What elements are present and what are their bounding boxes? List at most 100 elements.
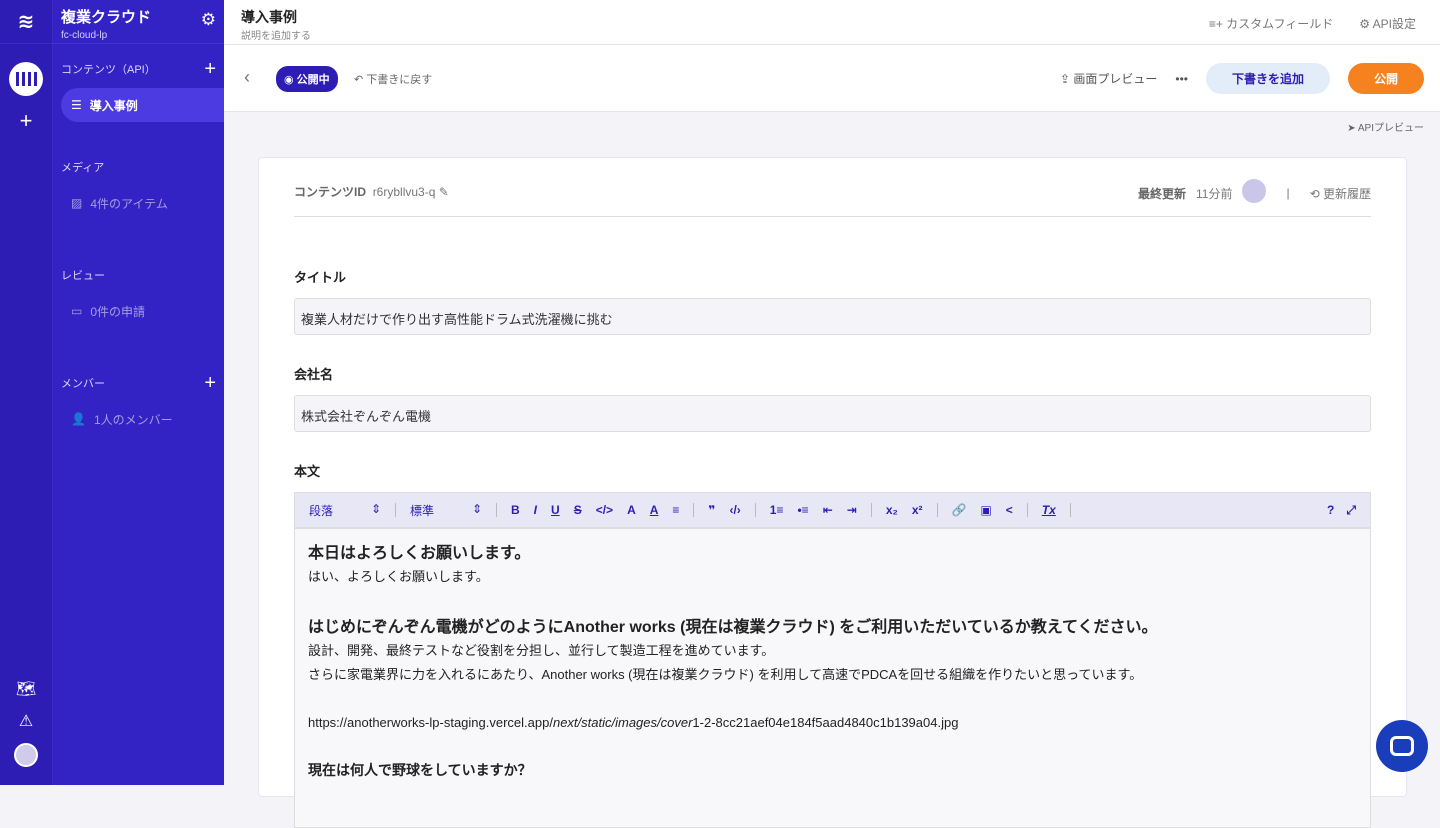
service-icon[interactable] [9, 62, 43, 96]
history-button[interactable]: ⟲ 更新履歴 [1310, 185, 1371, 202]
logo-icon: ≋ [0, 0, 52, 44]
body-heading: 現在は何人で野球をしていますか？ [308, 762, 532, 778]
title-label: タイトル [294, 270, 347, 285]
more-button[interactable]: ••• [1175, 72, 1188, 86]
person-icon: 👤 [71, 412, 86, 426]
body-paragraph: 設計、開発、最終テストなど役割を分担し、並行して製造工程を進めています。 [308, 643, 775, 658]
member-label: メンバー [61, 378, 105, 390]
indent-button[interactable]: ⇥ [847, 503, 857, 517]
superscript-button[interactable]: x² [912, 503, 923, 517]
sidebar-item-media[interactable]: ▨ 4件のアイテム [61, 186, 216, 220]
editor-toolbar: 段落 ⇕ 標準 ⇕ B I U S </> A A ≡ ❞ ‹/› 1≡ •≡ ⇤ … [294, 492, 1371, 528]
sidebar: 複業クラウド fc-cloud-lp ⚙ コンテンツ（API） + ☰ 導入事例 メ… [53, 0, 224, 785]
block-select[interactable]: 段落 ⇕ [309, 502, 381, 519]
bullet-list-button[interactable]: •≡ [797, 503, 808, 517]
sidebar-item-label: 0件の申請 [90, 304, 146, 319]
avatar[interactable] [14, 743, 38, 767]
separator: | [1286, 186, 1290, 200]
sidebar-item-label: 導入事例 [89, 98, 138, 113]
page-title: 導入事例 [241, 9, 297, 25]
content-id-value: r6rybllvu3-q [372, 185, 436, 199]
sidebar-item-label: 4件のアイテム [90, 196, 168, 211]
body-heading: 本日はよろしくお願いします。 [308, 545, 531, 562]
chat-support-button[interactable] [1376, 720, 1428, 772]
image-insert-icon[interactable]: ▣ [980, 503, 991, 517]
quote-button[interactable]: ❞ [708, 503, 715, 517]
add-draft-button[interactable]: 下書きを追加 [1206, 63, 1330, 94]
header: 導入事例 説明を追加する ≡+ カスタムフィールド ⚙ API設定 [224, 0, 1440, 45]
url-part: 1-2-8cc21aef04e184f5aad4840c1b139a04.jpg [692, 715, 959, 730]
subscript-button[interactable]: x₂ [886, 503, 898, 517]
preview-label: 画面プレビュー [1073, 72, 1158, 86]
expand-icon[interactable]: ⤢ [1346, 503, 1356, 518]
rich-text-editor[interactable]: 本日はよろしくお願いします。 はい、よろしくお願いします。 はじめにぞんぞん電機… [294, 528, 1371, 828]
inline-code-button[interactable]: </> [596, 503, 613, 517]
review-label: レビュー [61, 270, 105, 282]
outdent-button[interactable]: ⇤ [823, 503, 833, 517]
add-description-link[interactable]: 説明を追加する [241, 27, 311, 42]
sidebar-item-case-studies[interactable]: ☰ 導入事例 [61, 88, 224, 122]
revert-draft-button[interactable]: ↶ 下書きに戻す [354, 71, 432, 87]
api-preview-label: APIプレビュー [1357, 123, 1424, 134]
company-label: 会社名 [294, 367, 334, 382]
content-toolbar: ‹ ◉ 公開中 ↶ 下書きに戻す ⇪ 画面プレビュー ••• 下書きを追加 公開 [224, 45, 1440, 112]
revert-label: 下書きに戻す [366, 74, 433, 86]
text-color-button[interactable]: A [650, 503, 659, 517]
custom-fields-button[interactable]: ≡+ カスタムフィールド [1209, 15, 1333, 32]
updated-label: 最終更新 [1137, 186, 1186, 201]
back-icon[interactable]: ‹ [244, 67, 250, 88]
app-title: 複業クラウド [61, 9, 152, 26]
add-member-icon[interactable]: + [204, 372, 216, 395]
underline-button[interactable]: U [551, 503, 560, 517]
gear-icon[interactable]: ⚙ [201, 10, 216, 30]
contents-label: コンテンツ（API） [61, 64, 156, 76]
edit-icon[interactable]: ✎ [439, 185, 449, 199]
notice-icon[interactable]: ⚠ [19, 711, 33, 731]
link-icon[interactable]: 🔗 [952, 503, 967, 517]
sidebar-item-review[interactable]: ▭ 0件の申請 [61, 294, 216, 328]
content-id-label: コンテンツID [294, 185, 367, 199]
align-button[interactable]: ≡ [672, 503, 679, 517]
add-service-icon[interactable]: + [0, 108, 52, 134]
sidebar-item-label: 1人のメンバー [93, 412, 173, 427]
api-settings-button[interactable]: ⚙ API設定 [1359, 15, 1416, 32]
help-icon[interactable]: ? [1327, 503, 1334, 518]
custom-fields-label: カスタムフィールド [1226, 17, 1334, 31]
url-part: https://anotherworks-lp-staging.vercel.a… [308, 715, 553, 730]
chat-icon: ▭ [71, 304, 83, 318]
highlight-button[interactable]: A [627, 503, 636, 517]
body-paragraph: さらに家電業界に力を入れるにあたり、Another works (現在は複業クラ… [308, 667, 1143, 682]
strike-button[interactable]: S [574, 503, 582, 517]
publish-button[interactable]: 公開 [1348, 63, 1424, 94]
clear-format-button[interactable]: Tx [1042, 503, 1056, 517]
screen-preview-button[interactable]: ⇪ 画面プレビュー [1060, 70, 1157, 87]
api-preview-button[interactable]: ➤ APIプレビュー [1347, 119, 1424, 134]
history-label: 更新履歴 [1322, 186, 1371, 201]
company-input[interactable]: 株式会社ぞんぞん電機 [294, 395, 1371, 432]
body-paragraph: はい、よろしくお願いします。 [308, 569, 489, 584]
user-avatar [1242, 179, 1267, 203]
embed-icon[interactable]: < [1006, 503, 1013, 517]
size-select-value: 標準 [410, 503, 435, 518]
sidebar-item-members[interactable]: 👤 1人のメンバー [61, 402, 216, 436]
bold-button[interactable]: B [511, 503, 520, 517]
body-heading: はじめにぞんぞん電機がどのようにAnother works (現在は複業クラウド… [308, 619, 1158, 636]
italic-button[interactable]: I [534, 503, 537, 517]
icon-rail: ≋ + 🗺 ⚠ [0, 0, 53, 785]
code-block-button[interactable]: ‹/› [729, 503, 740, 517]
size-select[interactable]: 標準 ⇕ [410, 502, 482, 519]
service-id: fc-cloud-lp [61, 30, 108, 41]
updated-value: 11分前 [1196, 186, 1233, 201]
add-api-icon[interactable]: + [204, 58, 216, 81]
url-part-italic: next/static/images/cover [552, 715, 693, 730]
map-icon[interactable]: 🗺 [16, 679, 36, 699]
image-icon: ▨ [71, 196, 83, 210]
title-input[interactable]: 複業人材だけで作り出す高性能ドラム式洗濯機に挑む [294, 298, 1371, 335]
body-label: 本文 [294, 464, 321, 479]
body-url: https://anotherworks-lp-staging.vercel.a… [308, 711, 1357, 735]
ordered-list-button[interactable]: 1≡ [770, 503, 784, 517]
media-label: メディア [61, 162, 105, 174]
content-card: コンテンツID r6rybllvu3-q ✎ 最終更新 11分前 | ⟲ 更新履… [258, 157, 1407, 828]
status-label: 公開中 [296, 74, 330, 86]
status-badge: ◉ 公開中 [276, 66, 338, 92]
